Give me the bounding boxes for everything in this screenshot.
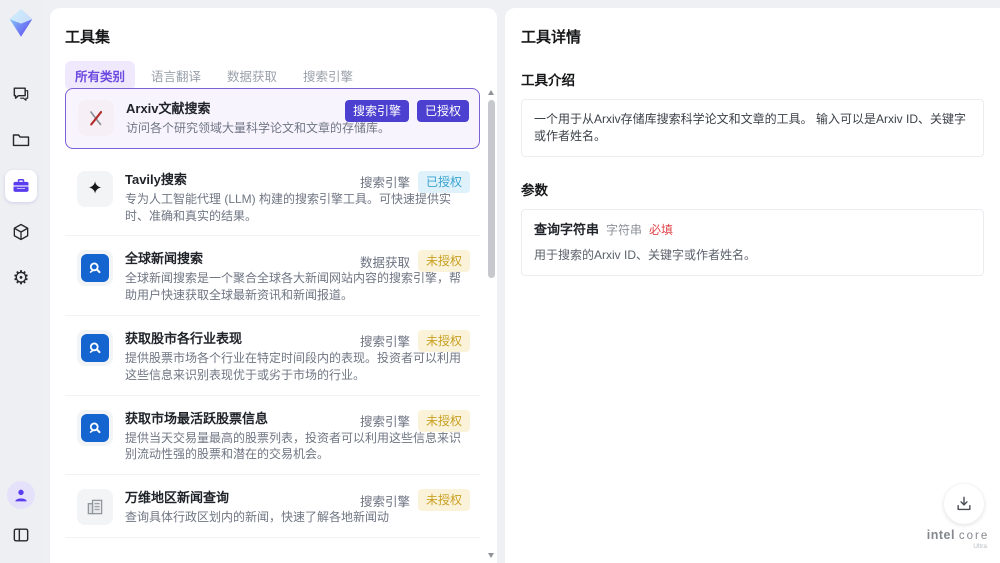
tool-card-regional-news[interactable]: 万维地区新闻查询 查询具体行政区划内的新闻，快速了解各地新闻动 搜索引擎 未授权 [65,478,480,538]
briefcase-icon [11,176,31,196]
tool-detail-panel: 工具详情 工具介绍 一个用于从Arxiv存储库搜索科学论文和文章的工具。 输入可… [505,8,1000,563]
page-title: 工具集 [65,29,111,46]
category-label: 搜索引擎 [359,494,410,509]
tool-card-sector-performance[interactable]: 获取股市各行业表现 提供股票市场各个行业在特定时间段内的表现。投资者可以利用这些… [65,318,480,396]
param-name: 查询字符串 [534,222,600,237]
tab-all-categories[interactable]: 所有类别 [65,61,136,90]
auth-badge: 未授权 [417,409,470,432]
tool-card-most-active-stocks[interactable]: 获取市场最活跃股票信息 提供当天交易量最高的股票列表，投资者可以利用这些信息来识… [65,398,480,476]
tool-card-tavily[interactable]: ✦ Tavily搜索 专为人工智能代理 (LLM) 构建的搜索引擎工具。可快速提… [65,159,480,237]
news-search-icon [77,329,113,366]
param-desc: 用于搜索的Arxiv ID、关键字或作者姓名。 [534,248,757,262]
params-heading: 参数 [521,183,548,198]
intro-heading: 工具介绍 [521,73,575,88]
sidebar-item-tools[interactable] [5,170,37,202]
tab-search-engine[interactable]: 搜索引擎 [293,61,363,90]
tool-card-arxiv[interactable]: Arxiv文献搜索 访问各个研究领域大量科学论文和文章的存储库。 搜索引擎 已授… [65,88,480,149]
user-avatar[interactable] [7,481,35,509]
app-logo-icon [6,8,36,38]
category-label: 搜索引擎 [359,335,410,350]
tool-desc: 查询具体行政区划内的新闻，快速了解各地新闻动 [125,510,390,525]
newspaper-icon [77,489,113,526]
scroll-up-arrow[interactable] [488,90,494,95]
param-box: 查询字符串 字符串 必填 用于搜索的Arxiv ID、关键字或作者姓名。 [521,209,984,276]
news-search-icon [77,250,113,287]
tool-desc: 全球新闻搜索是一个聚合全球各大新闻网站内容的搜索引擎，帮助用户快速获取全球最新资… [125,271,462,303]
gear-icon: ⚙ [12,266,30,289]
download-icon [954,494,974,514]
panel-toggle-button[interactable] [5,519,37,551]
intel-wordmark: intel [926,528,955,542]
scroll-down-arrow[interactable] [488,553,494,558]
cube-icon [11,222,31,242]
person-icon [12,486,30,504]
intro-box: 一个用于从Arxiv存储库搜索科学论文和文章的工具。 输入可以是Arxiv ID… [521,99,984,157]
tool-desc: 提供股票市场各个行业在特定时间段内的表现。投资者可以利用这些信息来识别表现优于或… [125,350,462,382]
tab-language-translation[interactable]: 语言翻译 [141,61,211,90]
list-scrollbar[interactable] [487,90,496,558]
auth-badge: 已授权 [417,170,470,193]
sidebar-item-settings[interactable]: ⚙ [5,262,37,294]
param-required-badge: 必填 [649,223,674,237]
core-wordmark: core [958,530,990,542]
scrollbar-thumb[interactable] [488,100,495,278]
tool-desc: 提供当天交易量最高的股票列表，投资者可以利用这些信息来识别流动性强的股票和潜在的… [125,430,462,462]
auth-badge: 已授权 [416,100,469,122]
tool-desc: 专为人工智能代理 (LLM) 构建的搜索引擎工具。可快速提供实时、准确和真实的结… [125,191,452,223]
tool-list: Arxiv文献搜索 访问各个研究领域大量科学论文和文章的存储库。 搜索引擎 已授… [65,88,480,541]
sidebar-item-packages[interactable] [5,216,37,248]
tool-desc: 访问各个研究领域大量科学论文和文章的存储库。 [126,121,391,135]
tool-list-panel: 工具集 所有类别 语言翻译 数据获取 搜索引擎 Arxiv文献搜索 访问各个研究… [50,8,497,563]
category-badge: 搜索引擎 [344,100,409,122]
tool-card-global-news[interactable]: 全球新闻搜索 全球新闻搜索是一个聚合全球各大新闻网站内容的搜索引擎，帮助用户快速… [65,239,480,316]
auth-badge: 未授权 [417,250,470,273]
chat-icon [11,84,31,104]
left-sidebar: ⚙ [0,0,42,563]
sidebar-item-files[interactable] [5,124,37,156]
intel-core-logo: intel core Ultra [923,528,993,550]
news-search-icon [77,409,113,446]
param-type: 字符串 [606,223,643,237]
category-label: 搜索引擎 [359,176,410,191]
download-button[interactable] [944,484,984,524]
category-label: 数据获取 [359,255,410,270]
sidebar-item-chat[interactable] [5,78,37,110]
intro-text: 一个用于从Arxiv存储库搜索科学论文和文章的工具。 输入可以是Arxiv ID… [534,112,967,143]
tab-data-fetch[interactable]: 数据获取 [217,61,287,90]
detail-title: 工具详情 [521,29,582,46]
arxiv-icon [78,100,114,136]
ultra-wordmark: Ultra [973,543,987,550]
folder-icon [11,130,31,150]
panel-toggle-icon [11,525,31,545]
auth-badge: 未授权 [417,329,470,352]
auth-badge: 未授权 [417,489,470,512]
sparkle-icon: ✦ [77,170,113,207]
category-label: 搜索引擎 [359,415,410,430]
